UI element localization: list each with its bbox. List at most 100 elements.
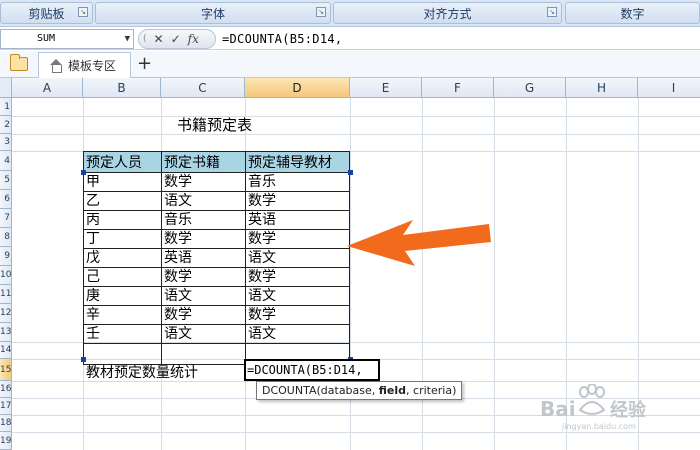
row-header[interactable]: 7 <box>0 209 12 228</box>
select-all-corner[interactable] <box>0 78 12 98</box>
row-header[interactable]: 19 <box>0 432 12 450</box>
row-header[interactable]: 2 <box>0 116 12 134</box>
column-header-f[interactable]: F <box>422 78 494 98</box>
table-cell[interactable]: 数学 <box>161 172 246 192</box>
row-header[interactable]: 16 <box>0 381 12 398</box>
watermark-text: Bai <box>540 397 576 421</box>
column-header-g[interactable]: G <box>494 78 566 98</box>
ribbon-group-label: 剪贴板 <box>28 6 65 21</box>
dialog-launcher-icon[interactable]: ↘ <box>78 7 88 17</box>
dialog-launcher-icon[interactable]: ↘ <box>547 7 557 17</box>
worksheet-grid[interactable]: A B C D E F G H I 1 2 3 4 5 6 7 8 9 10 1… <box>0 78 700 450</box>
tooltip-arg-criteria[interactable]: , criteria) <box>406 384 456 397</box>
enter-icon[interactable]: ✓ <box>171 32 181 46</box>
column-header-a[interactable]: A <box>12 78 83 98</box>
table-cell[interactable]: 己 <box>83 267 162 287</box>
row-header[interactable]: 12 <box>0 304 12 323</box>
tooltip-arg-database[interactable]: database, <box>321 384 379 397</box>
table-cell[interactable]: 数学 <box>245 305 350 325</box>
table-cell[interactable]: 数学 <box>245 191 350 211</box>
arrow-annotation <box>347 220 491 266</box>
header-cell[interactable]: 预定人员 <box>83 151 162 173</box>
table-row: 丁 数学 数学 <box>83 229 350 249</box>
table-cell[interactable]: 数学 <box>161 229 246 249</box>
tab-strip: 模板专区 + <box>0 51 700 78</box>
gridline <box>12 116 700 117</box>
ribbon-group-label: 字体 <box>200 6 225 21</box>
tooltip-arg-field[interactable]: field <box>379 384 406 397</box>
table-cell[interactable]: 语文 <box>245 286 350 306</box>
header-cell[interactable]: 预定辅导教材 <box>245 151 350 173</box>
table-cell[interactable]: 音乐 <box>245 172 350 192</box>
column-header-e[interactable]: E <box>350 78 422 98</box>
table-cell[interactable]: 数学 <box>161 267 246 287</box>
active-cell-editor[interactable]: =DCOUNTA(B5:D14, <box>244 359 380 381</box>
row-header[interactable]: 1 <box>0 98 12 116</box>
table-cell[interactable]: 丁 <box>83 229 162 249</box>
row-header[interactable]: 4 <box>0 151 12 171</box>
row-header[interactable]: 3 <box>0 134 12 151</box>
sheet-title: 书籍预定表 <box>177 116 253 134</box>
table-cell[interactable]: 语文 <box>161 286 246 306</box>
table-cell[interactable]: 甲 <box>83 172 162 192</box>
column-header-c[interactable]: C <box>161 78 245 98</box>
table-cell[interactable]: 数学 <box>161 305 246 325</box>
gridline <box>12 134 700 135</box>
table-cell[interactable]: 语文 <box>161 191 246 211</box>
table-cell[interactable]: 辛 <box>83 305 162 325</box>
table-cell[interactable]: 语文 <box>245 248 350 268</box>
table-cell[interactable]: 丙 <box>83 210 162 230</box>
dialog-launcher-icon[interactable]: ↘ <box>316 7 326 17</box>
range-handle[interactable] <box>81 170 86 175</box>
table-row: 辛 数学 数学 <box>83 305 350 325</box>
tab-label: 模板专区 <box>68 59 117 73</box>
folder-icon[interactable] <box>10 54 28 71</box>
row-header[interactable]: 14 <box>0 342 12 359</box>
gridline <box>12 432 700 433</box>
table-cell[interactable]: 壬 <box>83 324 162 344</box>
row-header[interactable]: 6 <box>0 190 12 209</box>
ribbon-group-font[interactable]: 字体 ↘ <box>95 2 331 24</box>
table-cell[interactable]: 语文 <box>245 324 350 344</box>
formula-input[interactable]: =DCOUNTA(B5:D14, <box>222 29 342 49</box>
table-cell[interactable]: 音乐 <box>161 210 246 230</box>
row-header[interactable]: 9 <box>0 247 12 266</box>
row-header[interactable]: 13 <box>0 323 12 342</box>
tab-template-zone[interactable]: 模板专区 <box>38 52 131 78</box>
row-header[interactable]: 10 <box>0 266 12 285</box>
row-header[interactable]: 11 <box>0 285 12 304</box>
row-header[interactable]: 5 <box>0 171 12 190</box>
ribbon-group-number[interactable]: 数字 <box>565 2 700 24</box>
table-cell[interactable]: 乙 <box>83 191 162 211</box>
dropdown-icon[interactable]: ▼ <box>125 30 130 48</box>
table-cell[interactable]: 戊 <box>83 248 162 268</box>
table-cell[interactable]: 数学 <box>245 267 350 287</box>
booking-table: 预定人员 预定书籍 预定辅导教材 甲 数学 音乐 乙 语文 数学 丙 音乐 英语… <box>83 151 350 365</box>
row-header-selected[interactable]: 15 <box>0 359 12 381</box>
name-box[interactable]: SUM ▼ <box>0 29 134 49</box>
ribbon-group-alignment[interactable]: 对齐方式 ↘ <box>333 2 562 24</box>
column-header-h[interactable]: H <box>566 78 638 98</box>
ribbon-group-clipboard[interactable]: 剪贴板 ↘ <box>0 2 93 24</box>
table-cell[interactable]: 数学 <box>245 229 350 249</box>
table-cell[interactable]: 英语 <box>161 248 246 268</box>
column-header-i[interactable]: I <box>638 78 700 98</box>
row-header[interactable]: 18 <box>0 415 12 432</box>
table-cell[interactable]: 语文 <box>161 324 246 344</box>
add-tab-icon[interactable]: + <box>137 53 152 75</box>
cancel-icon[interactable]: ✕ <box>154 32 164 46</box>
fx-icon[interactable]: fx <box>188 32 199 46</box>
table-row: 丙 音乐 英语 <box>83 210 350 230</box>
collapse-icon[interactable]: ( <box>143 34 147 44</box>
row-header[interactable]: 8 <box>0 228 12 247</box>
function-tooltip[interactable]: DCOUNTA(database, field, criteria) <box>256 381 463 400</box>
table-cell[interactable]: 庚 <box>83 286 162 306</box>
column-header-d[interactable]: D <box>245 78 350 98</box>
ribbon-group-label: 数字 <box>620 6 645 21</box>
column-header-b[interactable]: B <box>83 78 161 98</box>
range-handle[interactable] <box>348 170 353 175</box>
watermark-subtext: jingyan.baidu.com <box>561 422 636 431</box>
header-cell[interactable]: 预定书籍 <box>161 151 246 173</box>
row-header[interactable]: 17 <box>0 398 12 415</box>
table-cell[interactable]: 英语 <box>245 210 350 230</box>
